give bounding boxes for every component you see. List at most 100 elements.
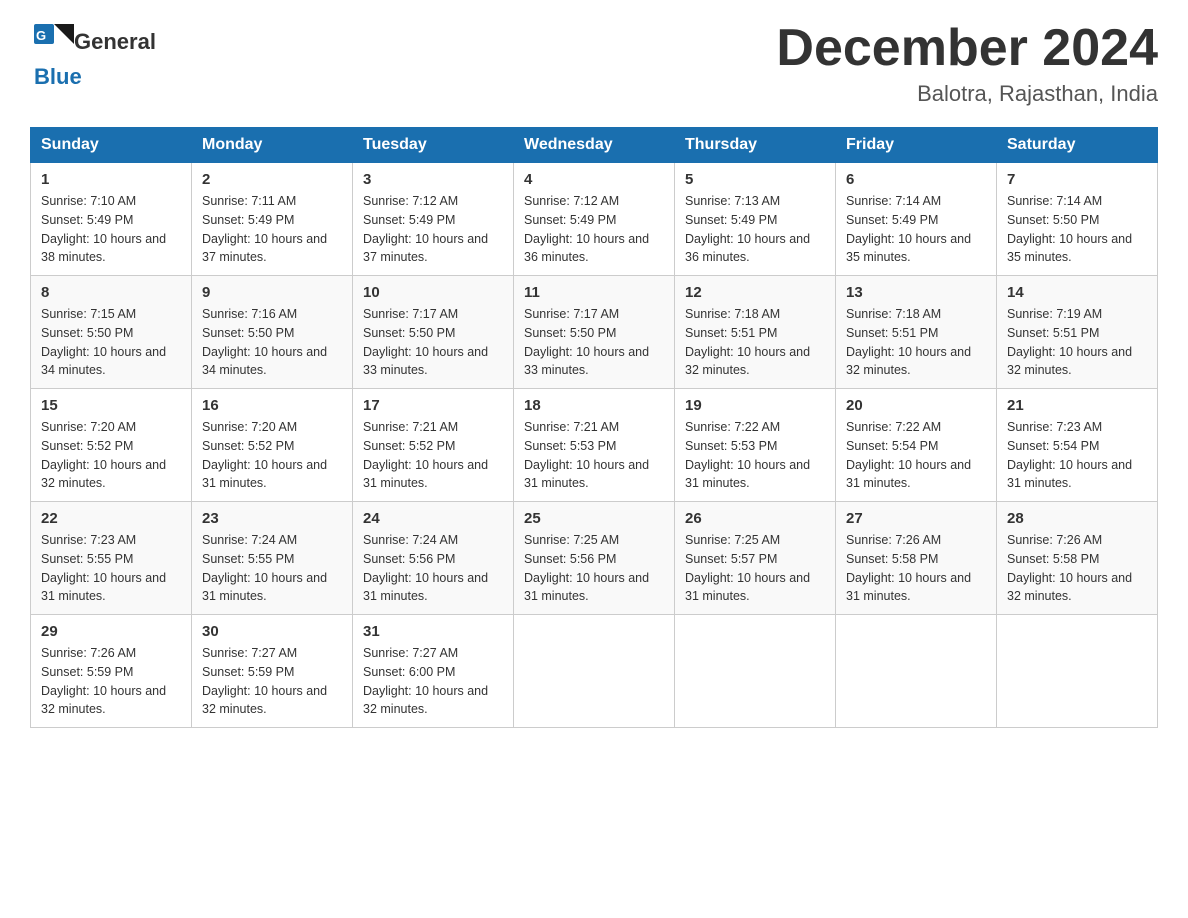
day-info: Sunrise: 7:22 AMSunset: 5:54 PMDaylight:… [846,420,971,490]
day-number: 25 [524,510,664,527]
calendar-cell: 11 Sunrise: 7:17 AMSunset: 5:50 PMDaylig… [514,276,675,389]
day-header-saturday: Saturday [997,128,1158,163]
calendar-cell: 18 Sunrise: 7:21 AMSunset: 5:53 PMDaylig… [514,389,675,502]
calendar-cell: 7 Sunrise: 7:14 AMSunset: 5:50 PMDayligh… [997,163,1158,276]
day-info: Sunrise: 7:25 AMSunset: 5:57 PMDaylight:… [685,533,810,603]
day-number: 3 [363,171,503,188]
day-number: 6 [846,171,986,188]
day-info: Sunrise: 7:16 AMSunset: 5:50 PMDaylight:… [202,307,327,377]
day-header-tuesday: Tuesday [353,128,514,163]
day-info: Sunrise: 7:20 AMSunset: 5:52 PMDaylight:… [41,420,166,490]
day-info: Sunrise: 7:10 AMSunset: 5:49 PMDaylight:… [41,194,166,264]
day-number: 22 [41,510,181,527]
calendar-cell: 19 Sunrise: 7:22 AMSunset: 5:53 PMDaylig… [675,389,836,502]
calendar-cell: 4 Sunrise: 7:12 AMSunset: 5:49 PMDayligh… [514,163,675,276]
logo-container: G General Blue [30,20,156,90]
day-info: Sunrise: 7:12 AMSunset: 5:49 PMDaylight:… [363,194,488,264]
day-number: 14 [1007,284,1147,301]
day-info: Sunrise: 7:18 AMSunset: 5:51 PMDaylight:… [685,307,810,377]
day-info: Sunrise: 7:19 AMSunset: 5:51 PMDaylight:… [1007,307,1132,377]
day-info: Sunrise: 7:13 AMSunset: 5:49 PMDaylight:… [685,194,810,264]
month-year-title: December 2024 [776,20,1158,77]
day-number: 8 [41,284,181,301]
day-number: 29 [41,623,181,640]
calendar-cell: 8 Sunrise: 7:15 AMSunset: 5:50 PMDayligh… [31,276,192,389]
day-header-monday: Monday [192,128,353,163]
calendar-cell: 10 Sunrise: 7:17 AMSunset: 5:50 PMDaylig… [353,276,514,389]
location-subtitle: Balotra, Rajasthan, India [776,81,1158,107]
day-number: 27 [846,510,986,527]
day-info: Sunrise: 7:20 AMSunset: 5:52 PMDaylight:… [202,420,327,490]
day-number: 12 [685,284,825,301]
day-info: Sunrise: 7:23 AMSunset: 5:55 PMDaylight:… [41,533,166,603]
day-number: 4 [524,171,664,188]
calendar-week-row: 29 Sunrise: 7:26 AMSunset: 5:59 PMDaylig… [31,615,1158,728]
day-info: Sunrise: 7:25 AMSunset: 5:56 PMDaylight:… [524,533,649,603]
logo-blue-text: Blue [34,64,82,90]
day-number: 23 [202,510,342,527]
svg-text:G: G [36,28,46,43]
day-info: Sunrise: 7:14 AMSunset: 5:50 PMDaylight:… [1007,194,1132,264]
day-number: 16 [202,397,342,414]
calendar-cell [675,615,836,728]
day-info: Sunrise: 7:24 AMSunset: 5:56 PMDaylight:… [363,533,488,603]
calendar-cell: 27 Sunrise: 7:26 AMSunset: 5:58 PMDaylig… [836,502,997,615]
day-info: Sunrise: 7:23 AMSunset: 5:54 PMDaylight:… [1007,420,1132,490]
day-info: Sunrise: 7:18 AMSunset: 5:51 PMDaylight:… [846,307,971,377]
calendar-week-row: 8 Sunrise: 7:15 AMSunset: 5:50 PMDayligh… [31,276,1158,389]
calendar-cell: 30 Sunrise: 7:27 AMSunset: 5:59 PMDaylig… [192,615,353,728]
day-info: Sunrise: 7:14 AMSunset: 5:49 PMDaylight:… [846,194,971,264]
day-number: 9 [202,284,342,301]
calendar-cell: 23 Sunrise: 7:24 AMSunset: 5:55 PMDaylig… [192,502,353,615]
day-number: 2 [202,171,342,188]
day-info: Sunrise: 7:21 AMSunset: 5:52 PMDaylight:… [363,420,488,490]
calendar-cell: 2 Sunrise: 7:11 AMSunset: 5:49 PMDayligh… [192,163,353,276]
calendar-cell: 20 Sunrise: 7:22 AMSunset: 5:54 PMDaylig… [836,389,997,502]
calendar-cell: 6 Sunrise: 7:14 AMSunset: 5:49 PMDayligh… [836,163,997,276]
calendar-cell: 14 Sunrise: 7:19 AMSunset: 5:51 PMDaylig… [997,276,1158,389]
title-area: December 2024 Balotra, Rajasthan, India [776,20,1158,107]
day-info: Sunrise: 7:24 AMSunset: 5:55 PMDaylight:… [202,533,327,603]
calendar-week-row: 15 Sunrise: 7:20 AMSunset: 5:52 PMDaylig… [31,389,1158,502]
calendar-cell: 28 Sunrise: 7:26 AMSunset: 5:58 PMDaylig… [997,502,1158,615]
calendar-cell [997,615,1158,728]
logo-icon: G [30,20,74,64]
calendar-cell: 29 Sunrise: 7:26 AMSunset: 5:59 PMDaylig… [31,615,192,728]
calendar-table: SundayMondayTuesdayWednesdayThursdayFrid… [30,127,1158,728]
day-info: Sunrise: 7:21 AMSunset: 5:53 PMDaylight:… [524,420,649,490]
day-header-friday: Friday [836,128,997,163]
calendar-week-row: 1 Sunrise: 7:10 AMSunset: 5:49 PMDayligh… [31,163,1158,276]
calendar-cell: 21 Sunrise: 7:23 AMSunset: 5:54 PMDaylig… [997,389,1158,502]
day-header-thursday: Thursday [675,128,836,163]
calendar-cell: 26 Sunrise: 7:25 AMSunset: 5:57 PMDaylig… [675,502,836,615]
day-info: Sunrise: 7:26 AMSunset: 5:59 PMDaylight:… [41,646,166,716]
calendar-header-row: SundayMondayTuesdayWednesdayThursdayFrid… [31,128,1158,163]
day-number: 1 [41,171,181,188]
day-info: Sunrise: 7:26 AMSunset: 5:58 PMDaylight:… [846,533,971,603]
logo-general-text: General [74,30,156,54]
day-number: 15 [41,397,181,414]
calendar-cell: 15 Sunrise: 7:20 AMSunset: 5:52 PMDaylig… [31,389,192,502]
calendar-cell: 3 Sunrise: 7:12 AMSunset: 5:49 PMDayligh… [353,163,514,276]
day-info: Sunrise: 7:15 AMSunset: 5:50 PMDaylight:… [41,307,166,377]
day-number: 31 [363,623,503,640]
page-header: G General Blue December 2024 Balotra, Ra… [30,20,1158,107]
calendar-cell: 9 Sunrise: 7:16 AMSunset: 5:50 PMDayligh… [192,276,353,389]
day-info: Sunrise: 7:12 AMSunset: 5:49 PMDaylight:… [524,194,649,264]
day-info: Sunrise: 7:17 AMSunset: 5:50 PMDaylight:… [524,307,649,377]
day-info: Sunrise: 7:27 AMSunset: 5:59 PMDaylight:… [202,646,327,716]
day-number: 30 [202,623,342,640]
calendar-cell: 31 Sunrise: 7:27 AMSunset: 6:00 PMDaylig… [353,615,514,728]
day-number: 13 [846,284,986,301]
day-info: Sunrise: 7:11 AMSunset: 5:49 PMDaylight:… [202,194,327,264]
day-number: 26 [685,510,825,527]
calendar-cell: 5 Sunrise: 7:13 AMSunset: 5:49 PMDayligh… [675,163,836,276]
calendar-cell [514,615,675,728]
day-number: 18 [524,397,664,414]
day-number: 28 [1007,510,1147,527]
day-info: Sunrise: 7:22 AMSunset: 5:53 PMDaylight:… [685,420,810,490]
day-number: 20 [846,397,986,414]
day-number: 11 [524,284,664,301]
day-info: Sunrise: 7:27 AMSunset: 6:00 PMDaylight:… [363,646,488,716]
calendar-cell: 22 Sunrise: 7:23 AMSunset: 5:55 PMDaylig… [31,502,192,615]
